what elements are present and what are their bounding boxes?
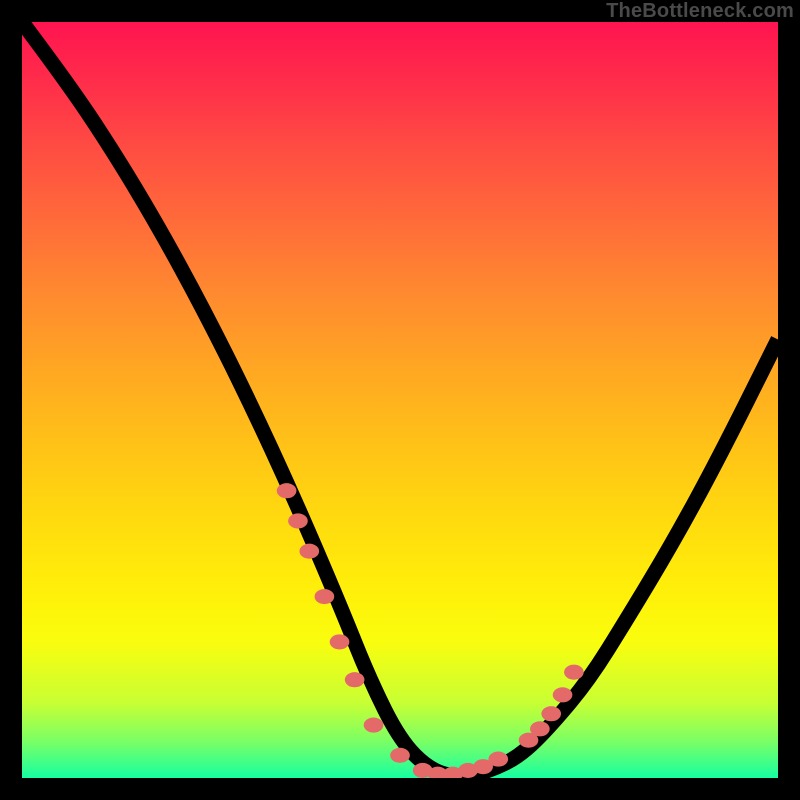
marker-point bbox=[288, 513, 308, 528]
chart-frame: TheBottleneck.com bbox=[0, 0, 800, 800]
plot-area bbox=[22, 22, 778, 778]
marker-point bbox=[299, 544, 319, 559]
bottleneck-curve bbox=[22, 22, 778, 776]
marker-point bbox=[390, 748, 410, 763]
marker-point bbox=[364, 718, 384, 733]
marker-point bbox=[345, 672, 365, 687]
marker-point bbox=[330, 634, 350, 649]
marker-point bbox=[553, 687, 573, 702]
marker-point bbox=[564, 665, 584, 680]
marker-point bbox=[277, 483, 297, 498]
chart-svg bbox=[22, 22, 778, 778]
marker-point bbox=[541, 706, 561, 721]
marker-point bbox=[530, 721, 550, 736]
marker-point bbox=[488, 752, 508, 767]
marker-group bbox=[277, 483, 584, 778]
watermark: TheBottleneck.com bbox=[606, 0, 794, 23]
marker-point bbox=[315, 589, 335, 604]
